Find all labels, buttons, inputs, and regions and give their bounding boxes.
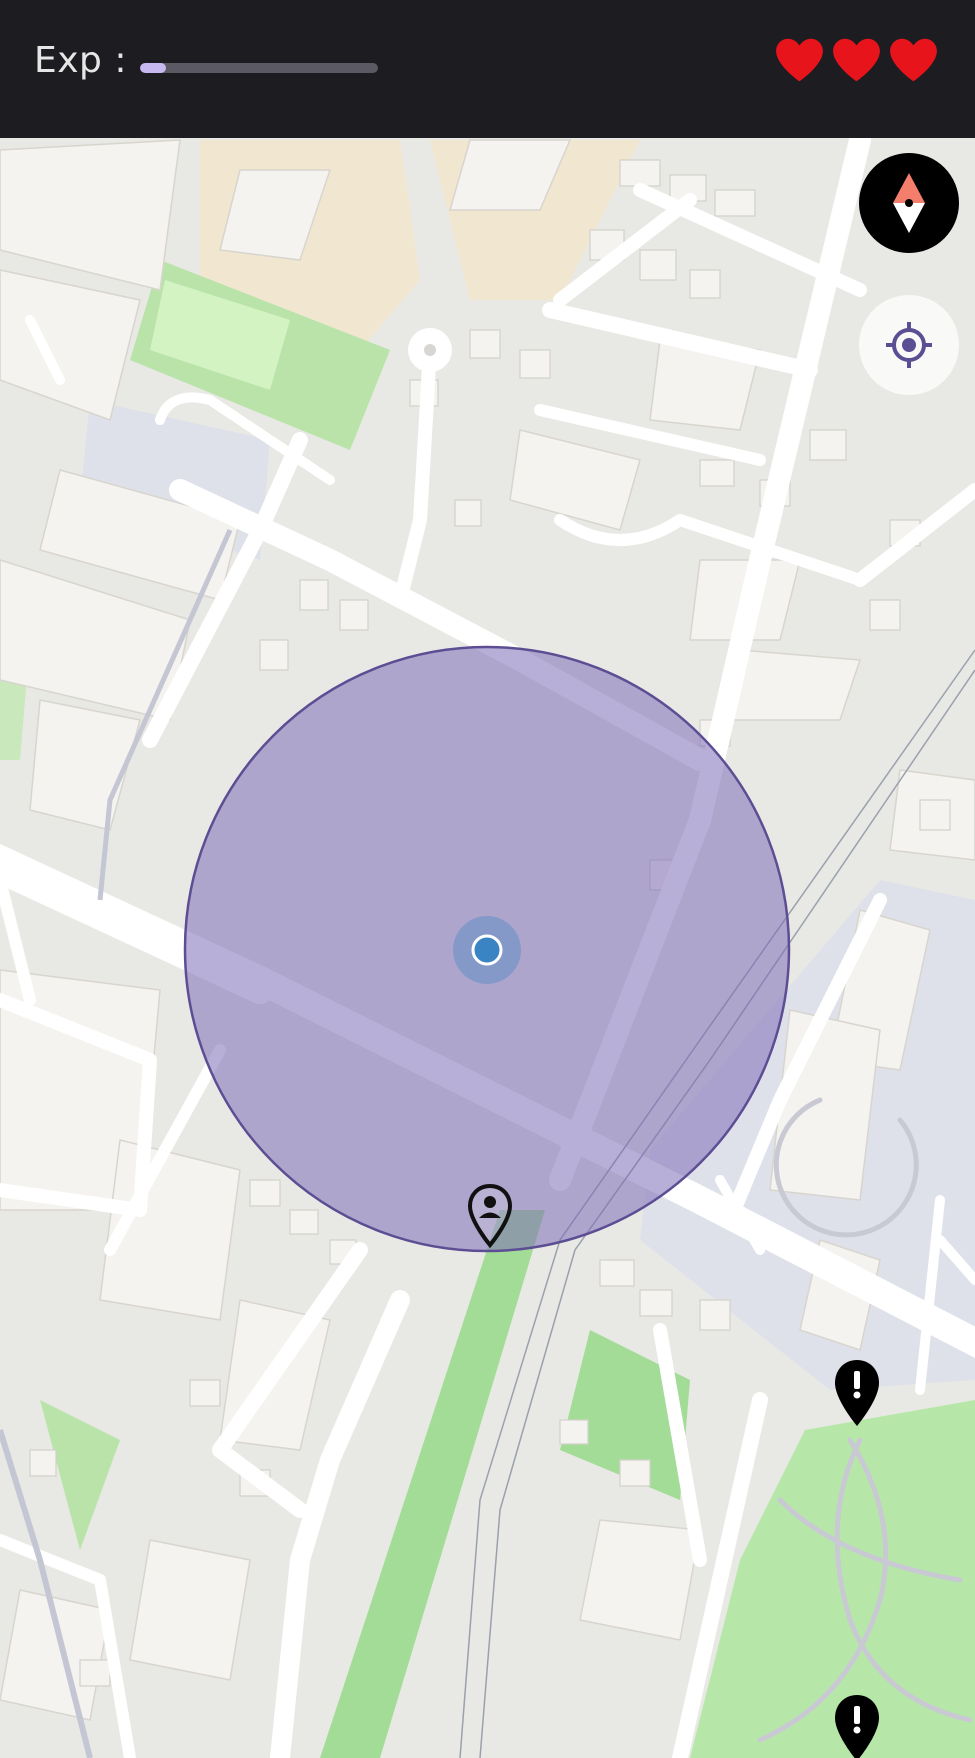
heart-icon (833, 38, 880, 82)
heart-icon (890, 38, 937, 82)
user-location-dot (453, 916, 521, 984)
heart-icon (776, 38, 823, 82)
exp-progress-fill (140, 63, 167, 73)
map-view[interactable] (0, 138, 975, 1758)
crosshair-icon (886, 322, 932, 368)
exp-label: Exp : (34, 40, 127, 81)
status-bar: Exp : (0, 0, 975, 138)
alert-pin-icon[interactable] (832, 1693, 882, 1758)
compass-icon (893, 173, 925, 233)
compass-button[interactable] (859, 153, 959, 253)
person-pin-icon[interactable] (466, 1183, 514, 1249)
lives-indicator (774, 36, 939, 84)
alert-pin-icon[interactable] (832, 1358, 882, 1428)
exp-progress-bar (140, 63, 378, 73)
recenter-button[interactable] (859, 295, 959, 395)
